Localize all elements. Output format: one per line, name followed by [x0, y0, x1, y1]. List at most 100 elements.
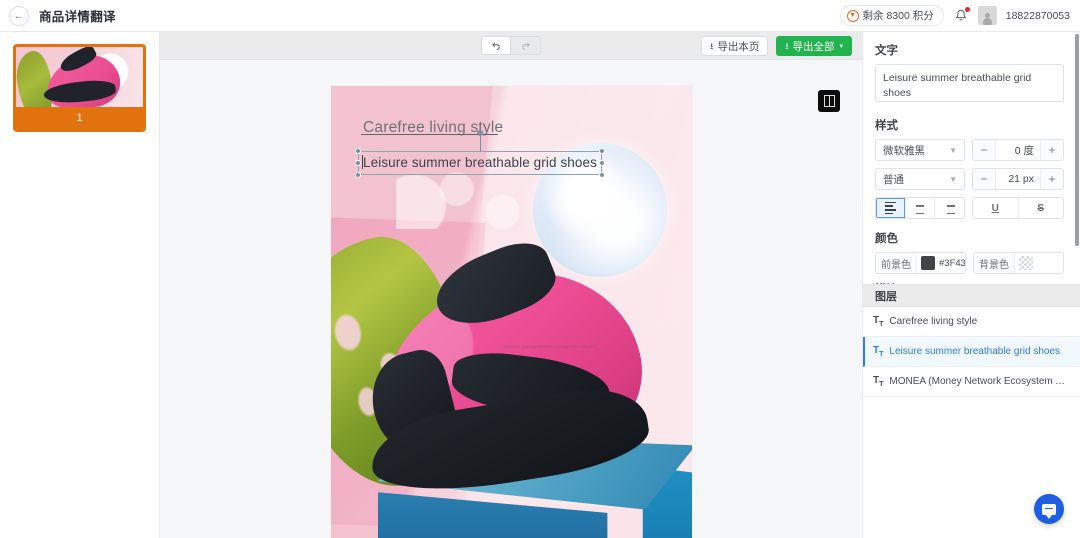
- redo-button[interactable]: [511, 36, 541, 55]
- notification-dot: [964, 6, 970, 12]
- color-row: 前景色 #3F434/ 背景色: [875, 252, 1064, 274]
- support-chat-button[interactable]: [1034, 494, 1064, 524]
- credits-badge[interactable]: ▼ 剩余 8300 积分: [839, 5, 944, 26]
- account-phone[interactable]: 18822870053: [1006, 10, 1070, 22]
- text-align-group: [875, 197, 965, 219]
- resize-handle-bottom-right[interactable]: [598, 172, 605, 178]
- underline-icon: U: [991, 202, 999, 214]
- editor-toolbar: ⭳ 导出本页 ⭳ 导出全部 ▾: [160, 32, 862, 60]
- app-root: ← 商品详情翻译 ▼ 剩余 8300 积分 18822870053 1 ⭳ 导出…: [0, 0, 1080, 538]
- export-all-label: 导出全部: [792, 40, 835, 53]
- strikethrough-icon: S: [1037, 202, 1045, 214]
- chevron-down-icon: ▼: [949, 174, 957, 184]
- layer-item-1[interactable]: TT Carefree living style: [863, 307, 1080, 337]
- layer-name: Carefree living style: [889, 316, 978, 327]
- align-center-icon: [915, 202, 926, 215]
- font-weight-value: 普通: [883, 173, 904, 186]
- background-color-label: 背景色: [974, 253, 1015, 273]
- resize-handle-middle-right[interactable]: [598, 160, 605, 166]
- download-icon: ⭳: [785, 40, 789, 51]
- font-family-value: 微软雅黑: [883, 144, 925, 157]
- font-weight-select[interactable]: 普通 ▼: [875, 168, 965, 190]
- chat-bubble-icon: [1042, 503, 1056, 519]
- layer-item-2[interactable]: TT Leisure summer breathable grid shoes: [863, 337, 1080, 367]
- font-size-increase-button[interactable]: +: [1041, 169, 1063, 189]
- align-left-icon: [884, 201, 896, 215]
- export-current-page-button[interactable]: ⭳ 导出本页: [701, 36, 769, 56]
- avatar[interactable]: [977, 6, 997, 25]
- resize-handle-bottom-left[interactable]: [355, 172, 361, 178]
- page-thumbnail-1[interactable]: 1: [13, 44, 146, 132]
- resize-handle-top-left[interactable]: [355, 148, 361, 154]
- rotation-stepper[interactable]: − 0 度 +: [972, 139, 1064, 161]
- rotation-decrease-button[interactable]: −: [973, 140, 995, 160]
- rotation-line: [479, 134, 481, 151]
- resize-handle-top-right[interactable]: [598, 148, 605, 154]
- layer-item-3[interactable]: TT MONEA (Money Network Ecosystem Allian…: [863, 367, 1080, 397]
- page-thumbnail-rail: 1: [0, 32, 160, 538]
- alignment-decoration-row: U S: [875, 197, 1064, 219]
- text-decoration-group: U S: [972, 197, 1064, 219]
- properties-panel: 文字 样式 微软雅黑 ▼ − 0 度 + 普通 ▼: [862, 32, 1080, 538]
- export-buttons: ⭳ 导出本页 ⭳ 导出全部 ▾: [701, 32, 852, 60]
- font-size-stepper[interactable]: − 21 px +: [972, 168, 1064, 190]
- rotation-increase-button[interactable]: +: [1041, 140, 1063, 160]
- page-title: 商品详情翻译: [39, 10, 116, 24]
- chevron-down-icon: ▼: [949, 145, 957, 155]
- resize-handle-middle-left[interactable]: [355, 160, 361, 166]
- text-input[interactable]: [875, 64, 1064, 102]
- font-size-value[interactable]: 21 px: [995, 169, 1041, 189]
- download-icon: ⭳: [710, 40, 714, 51]
- canvas-text-selection[interactable]: Leisure summer breathable grid shoes: [355, 130, 605, 178]
- rotation-value[interactable]: 0 度: [995, 140, 1041, 160]
- align-center-button[interactable]: [905, 198, 936, 218]
- bell-icon[interactable]: [953, 6, 970, 24]
- text-layer-icon: TT: [873, 345, 884, 358]
- font-row: 微软雅黑 ▼ − 0 度 +: [875, 139, 1064, 161]
- weight-size-row: 普通 ▼ − 21 px +: [875, 168, 1064, 190]
- style-section-label: 样式: [875, 120, 898, 132]
- bubble-decor: [395, 172, 548, 230]
- canvas-text-selected: Leisure summer breathable grid shoes: [363, 155, 597, 170]
- text-layer-icon: TT: [873, 375, 884, 388]
- rotation-handle[interactable]: [476, 130, 483, 136]
- back-button[interactable]: ←: [9, 5, 29, 26]
- watermark-text: MONEA (Money Network Ecosystem Alliance): [504, 344, 598, 350]
- editor-area: ⭳ 导出本页 ⭳ 导出全部 ▾ MONEA (Money Network Eco…: [160, 32, 862, 538]
- foreground-color-label: 前景色: [876, 253, 917, 273]
- product-shoe-image: [360, 232, 670, 507]
- canvas-area[interactable]: MONEA (Money Network Ecosystem Alliance)…: [160, 60, 862, 538]
- text-section-label: 文字: [875, 45, 898, 57]
- canvas-page[interactable]: MONEA (Money Network Ecosystem Alliance)…: [331, 86, 692, 538]
- font-size-decrease-button[interactable]: −: [973, 169, 995, 189]
- foreground-color-control[interactable]: 前景色 #3F434/: [875, 252, 966, 274]
- align-left-button[interactable]: [876, 198, 906, 218]
- align-right-button[interactable]: [935, 198, 964, 218]
- panel-scrollbar[interactable]: [1075, 34, 1079, 246]
- compare-view-button[interactable]: [818, 90, 840, 112]
- color-section-label: 颜色: [875, 233, 898, 245]
- text-cursor: [362, 155, 363, 169]
- top-bar: ← 商品详情翻译 ▼ 剩余 8300 积分 18822870053: [0, 0, 1080, 32]
- redo-icon: [522, 42, 530, 50]
- undo-button[interactable]: [481, 36, 511, 55]
- background-color-control[interactable]: 背景色: [973, 252, 1064, 274]
- chevron-down-icon: ▾: [839, 43, 843, 50]
- export-all-button[interactable]: ⭳ 导出全部 ▾: [776, 36, 852, 56]
- page-number-label: 1: [16, 107, 143, 129]
- layer-name: MONEA (Money Network Ecosystem Alliance): [889, 376, 1070, 387]
- credits-label: 剩余 8300 积分: [862, 10, 934, 22]
- layer-name: Leisure summer breathable grid shoes: [889, 346, 1061, 357]
- align-right-icon: [944, 202, 956, 215]
- export-current-page-label: 导出本页: [717, 40, 760, 53]
- font-family-select[interactable]: 微软雅黑 ▼: [875, 139, 965, 161]
- history-buttons: [481, 36, 541, 55]
- top-bar-right: ▼ 剩余 8300 积分 18822870053: [839, 0, 1080, 31]
- background-color-swatch[interactable]: [1019, 256, 1033, 270]
- selection-box[interactable]: Leisure summer breathable grid shoes: [355, 148, 605, 178]
- strikethrough-button[interactable]: S: [1018, 198, 1063, 218]
- coin-icon: ▼: [846, 9, 859, 22]
- underline-button[interactable]: U: [973, 198, 1019, 218]
- undo-icon: [491, 42, 500, 50]
- foreground-color-swatch[interactable]: [921, 256, 935, 270]
